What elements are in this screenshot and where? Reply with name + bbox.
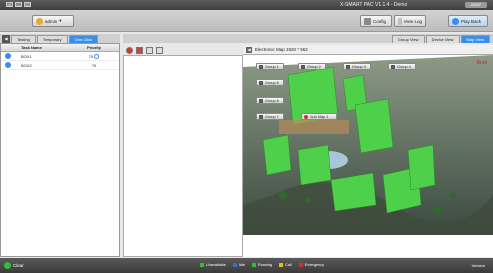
legend-swatch bbox=[232, 263, 237, 267]
status-ok-icon bbox=[4, 262, 11, 269]
tab-testing[interactable]: Testing bbox=[11, 35, 36, 43]
header-icon-column bbox=[1, 44, 15, 51]
legend-swatch bbox=[279, 263, 284, 267]
minimize-window-button[interactable]: – bbox=[15, 2, 22, 7]
group-7-marker[interactable]: Group 7 bbox=[256, 113, 284, 120]
building bbox=[407, 144, 436, 191]
brown-building bbox=[279, 120, 349, 134]
task-table-header: Task Name Priority bbox=[1, 44, 119, 52]
refresh-icon[interactable] bbox=[94, 54, 100, 60]
status-bar: Clear Unavailable Idle Running Call Emer… bbox=[0, 258, 493, 273]
map-tree-area bbox=[123, 55, 243, 257]
status-legend: Unavailable Idle Running Call Emergency bbox=[200, 263, 324, 267]
group-1-marker[interactable]: Group 1 bbox=[256, 63, 284, 70]
user-icon bbox=[36, 17, 43, 25]
group-icon bbox=[259, 98, 263, 103]
group-icon bbox=[346, 64, 350, 69]
group-icon bbox=[259, 114, 263, 119]
log-icon bbox=[398, 17, 402, 25]
table-row[interactable]: BOX2 70 bbox=[1, 61, 119, 70]
wrench-icon bbox=[364, 17, 371, 25]
legend-unavailable: Unavailable bbox=[200, 263, 226, 267]
header-task-name[interactable]: Task Name bbox=[15, 44, 69, 51]
electronic-map[interactable]: Root Group 1 Group 2 Group 3 Group 4 Gro… bbox=[243, 55, 493, 257]
grid-icon[interactable] bbox=[146, 46, 153, 54]
task-priority-cell: 70 bbox=[69, 52, 119, 60]
tab-device-view[interactable]: Device View bbox=[425, 35, 460, 43]
connection-status: Clear bbox=[4, 262, 24, 269]
legend-swatch bbox=[200, 263, 204, 267]
app-title: X-SMART PAC V1.1.4 - Demo bbox=[340, 2, 408, 8]
play-back-button[interactable]: Play Back bbox=[448, 15, 488, 27]
chevron-down-icon: ▾ bbox=[59, 18, 62, 23]
legend-swatch bbox=[298, 263, 303, 267]
alarm-icon[interactable] bbox=[126, 46, 133, 54]
building bbox=[262, 134, 292, 176]
map-title: Electronic Map 1920 * 562 bbox=[255, 47, 308, 52]
user-menu-button[interactable]: admin ▾ bbox=[32, 15, 74, 27]
view-log-button[interactable]: View Log bbox=[394, 15, 426, 27]
collapse-left-panel-button[interactable]: ◀ bbox=[2, 35, 10, 43]
config-label: Config bbox=[373, 18, 387, 24]
legend-emergency: Emergency bbox=[298, 263, 324, 267]
tab-one-click[interactable]: One-Click bbox=[68, 35, 99, 43]
status-label: Clear bbox=[13, 263, 24, 268]
legend-idle: Idle bbox=[232, 263, 245, 267]
map-header: ◀ Electronic Map 1920 * 562 bbox=[243, 45, 493, 55]
left-tab-bar: ◀ Testing Temporary One-Click bbox=[0, 34, 120, 43]
tab-map-view[interactable]: Map View bbox=[460, 35, 490, 43]
building bbox=[297, 144, 332, 186]
maximize-window-button[interactable]: □ bbox=[24, 2, 31, 7]
map-root-label: Root bbox=[476, 60, 487, 66]
play-back-label: Play Back bbox=[461, 18, 482, 24]
task-icon bbox=[5, 53, 11, 59]
group-2-marker[interactable]: Group 2 bbox=[298, 63, 326, 70]
legend-running: Running bbox=[251, 263, 272, 267]
group-icon bbox=[301, 64, 305, 69]
tab-group-view[interactable]: Group View bbox=[391, 35, 425, 43]
view-tab-bar: Group View Device View Map View bbox=[123, 34, 493, 43]
view-log-label: View Log bbox=[403, 18, 422, 24]
group-icon bbox=[391, 64, 395, 69]
task-name-cell: BOX2 bbox=[21, 63, 32, 68]
table-row[interactable]: BOX1 70 bbox=[1, 52, 119, 61]
group-3-marker[interactable]: Group 3 bbox=[343, 63, 371, 70]
sub-map-1-marker[interactable]: Sub Map 1 bbox=[301, 113, 337, 120]
map-pin-icon bbox=[304, 114, 308, 119]
settings-icon[interactable] bbox=[156, 46, 163, 54]
title-bar: x – □ X-SMART PAC V1.1.4 - Demo ONVIF bbox=[0, 0, 493, 10]
map-back-button[interactable]: ◀ bbox=[246, 47, 252, 53]
group-5-marker[interactable]: Group 5 bbox=[256, 79, 284, 86]
task-name-cell: BOX1 bbox=[21, 54, 32, 59]
play-back-icon bbox=[452, 17, 459, 25]
user-name: admin bbox=[45, 18, 58, 24]
version-label: Version bbox=[471, 263, 485, 268]
tab-temporary[interactable]: Temporary bbox=[36, 35, 68, 43]
group-4-marker[interactable]: Group 4 bbox=[388, 63, 416, 70]
group-icon bbox=[259, 80, 263, 85]
window-controls: x – □ bbox=[6, 2, 31, 7]
group-6-marker[interactable]: Group 6 bbox=[256, 97, 284, 104]
task-priority-cell: 70 bbox=[91, 63, 97, 68]
group-icon bbox=[259, 64, 263, 69]
task-list-panel: Task Name Priority BOX1 70 BOX2 70 bbox=[0, 43, 120, 257]
building bbox=[330, 172, 377, 212]
main-toolbar: admin ▾ Config View Log Play Back bbox=[0, 10, 493, 32]
map-toolbar bbox=[123, 45, 239, 55]
config-button[interactable]: Config bbox=[360, 15, 392, 27]
task-icon bbox=[5, 62, 11, 68]
header-priority[interactable]: Priority bbox=[69, 44, 119, 51]
close-window-button[interactable]: x bbox=[6, 2, 13, 7]
legend-swatch bbox=[251, 263, 256, 267]
onvif-logo: ONVIF bbox=[465, 2, 487, 8]
building bbox=[354, 98, 394, 154]
save-icon[interactable] bbox=[136, 46, 143, 54]
legend-call: Call bbox=[279, 263, 292, 267]
